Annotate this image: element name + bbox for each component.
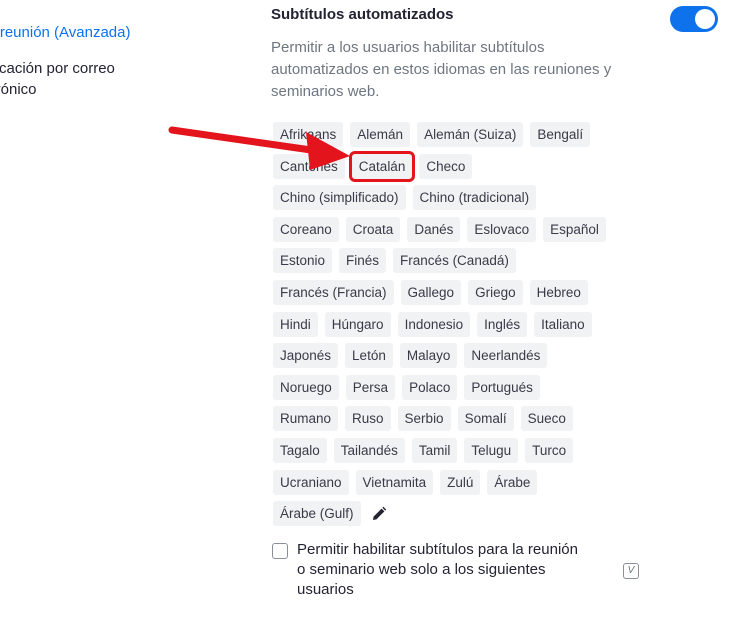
language-tag: Español [543,216,606,242]
pencil-icon[interactable] [368,501,390,526]
language-tag: Tamil [411,437,458,463]
language-tag: Vietnamita [355,469,434,495]
language-tag: Finés [339,248,387,274]
restrict-users-label[interactable]: Permitir habilitar subtítulos para la re… [297,540,587,600]
sidebar-item-email-notification[interactable]: tificación por correo [0,58,115,79]
language-tag: Francés (Francia) [273,279,394,305]
language-tag: Ucraniano [273,469,349,495]
language-row: Árabe (Gulf) [273,501,653,527]
language-row: Rumano Ruso Serbio Somalí Sueco [273,406,653,432]
language-tag: Danés [407,216,461,242]
sidebar: la reunión (Avanzada) tificación por cor… [0,0,200,620]
language-tag-highlighted: Catalán [348,150,416,182]
language-row: Tagalo Tailandés Tamil Telugu Turco [273,437,653,463]
language-tag: Italiano [534,311,592,337]
language-tag: Croata [345,216,401,242]
language-tag: Hindi [273,311,318,337]
language-tag: Sueco [520,406,573,432]
language-tag: Tagalo [273,437,327,463]
language-tag: Japonés [273,343,339,369]
language-tag: Coreano [273,216,339,242]
language-tag: Chino (simplificado) [273,185,406,211]
language-tag: Bengalí [530,122,591,147]
language-tag: Francés (Canadá) [393,248,516,274]
sidebar-item-meeting-advanced[interactable]: la reunión (Avanzada) [0,22,130,43]
version-badge-icon: V [623,563,639,579]
auto-captions-toggle[interactable] [670,6,718,32]
language-tag: Serbio [397,406,451,432]
language-tag: Hebreo [529,279,588,305]
language-tag: Ruso [345,406,391,432]
language-tag: Tailandés [333,437,405,463]
language-row: Chino (simplificado) Chino (tradicional) [273,185,653,211]
language-row: Noruego Persa Polaco Portugués [273,374,653,400]
language-tag: Alemán (Suiza) [417,122,524,147]
language-tag: Somalí [457,406,514,432]
language-tag: Griego [468,279,523,305]
language-tag: Eslovaco [467,216,537,242]
language-tag: Checo [419,153,473,179]
language-tag: Turco [525,437,574,463]
language-row: Francés (Francia) Gallego Griego Hebreo [273,279,653,305]
language-tag: Neerlandés [464,343,548,369]
language-tag: Persa [345,374,396,400]
language-tag: Polaco [402,374,458,400]
language-tag: Húngaro [324,311,391,337]
language-row: Hindi Húngaro Indonesio Inglés Italiano [273,311,653,337]
language-row: Japonés Letón Malayo Neerlandés [273,343,653,369]
annotation-arrow-icon [168,126,350,170]
language-tag: Noruego [273,374,339,400]
language-tag: Indonesio [397,311,471,337]
setting-title: Subtítulos automatizados [271,6,454,23]
language-row: Coreano Croata Danés Eslovaco Español [273,216,653,242]
language-tag: Malayo [399,343,458,369]
language-tag: Árabe (Gulf) [273,501,361,527]
language-row: Ucraniano Vietnamita Zulú Árabe [273,469,653,495]
sidebar-item-email-notification-cont[interactable]: ctrónico [0,79,37,100]
language-tag: Zulú [440,469,481,495]
language-tag: Rumano [273,406,339,432]
language-tag: Estonio [273,248,333,274]
language-tag: Inglés [477,311,528,337]
language-tag: Chino (tradicional) [412,185,537,211]
language-tag: Letón [345,343,393,369]
language-row: Estonio Finés Francés (Canadá) [273,248,653,274]
language-tag: Telugu [464,437,519,463]
toggle-knob [695,9,715,29]
language-tag: Gallego [400,279,462,305]
restrict-users-checkbox[interactable] [272,543,288,559]
language-tag: Árabe [487,469,538,495]
language-tag: Portugués [464,374,540,400]
setting-description: Permitir a los usuarios habilitar subtít… [271,39,612,100]
language-tag-list: AfrikaansAlemánAlemán (Suiza)BengalíCant… [273,122,653,533]
